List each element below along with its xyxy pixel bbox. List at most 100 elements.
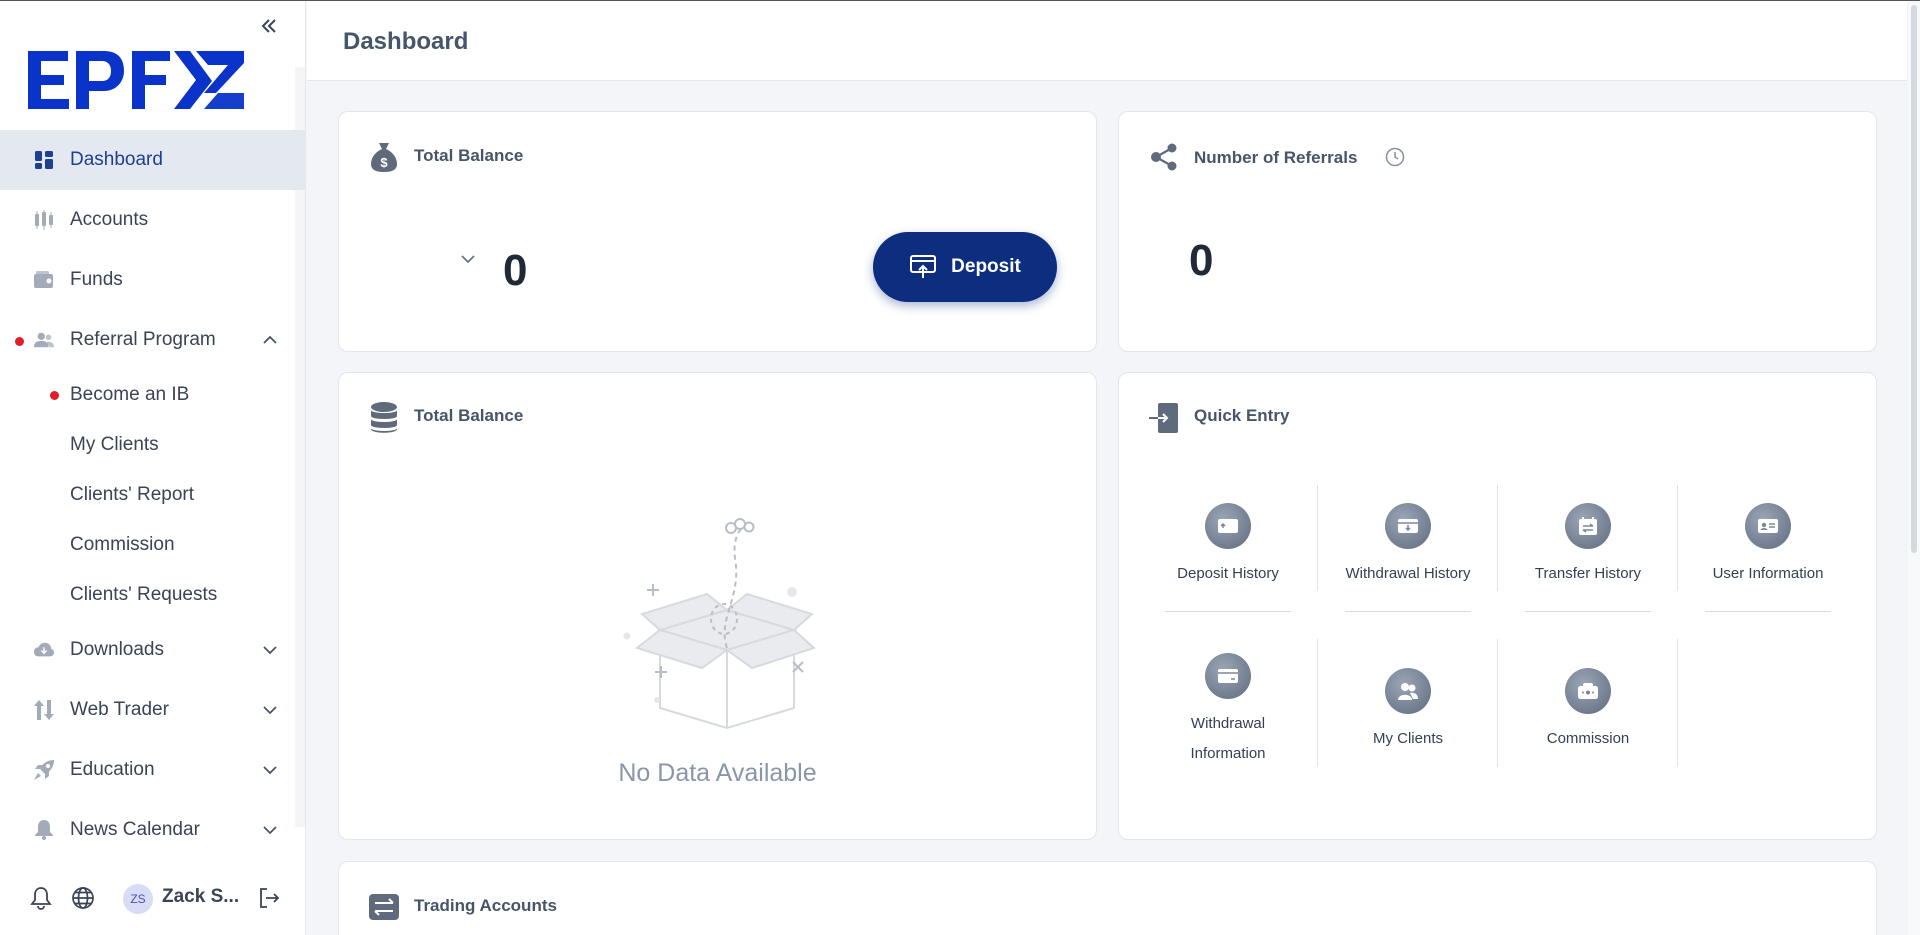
chevron-down-icon (263, 706, 277, 715)
quick-entry-user-information[interactable]: User Information (1678, 503, 1858, 589)
withdrawal-history-icon (1385, 503, 1431, 549)
row-divider (1165, 611, 1291, 612)
accounts-icon (34, 210, 54, 230)
user-info-icon (1745, 503, 1791, 549)
rocket-icon (34, 760, 54, 780)
users-icon (34, 330, 54, 350)
chevron-down-icon[interactable] (460, 251, 476, 267)
quick-entry-withdrawal-history[interactable]: Withdrawal History (1318, 503, 1498, 589)
sidebar-item-label: Web Trader (70, 699, 169, 720)
svg-text:$: $ (380, 155, 388, 170)
chevron-down-icon (263, 766, 277, 775)
money-bag-icon: $ (369, 142, 399, 172)
quick-entry-label: Withdrawal Information (1190, 715, 1266, 762)
dashboard-icon (34, 150, 54, 170)
referrals-count-value: 0 (1189, 236, 1214, 285)
sidebar-item-referral-program[interactable]: Referral Program (0, 310, 306, 370)
quick-entry-my-clients[interactable]: My Clients (1318, 668, 1498, 754)
sidebar-item-accounts[interactable]: Accounts (0, 190, 306, 250)
total-balance-chart-card: Total Balance No Data Available (338, 372, 1097, 840)
quick-entry-label: Deposit History (1177, 565, 1279, 582)
quick-entry-commission[interactable]: Commission (1498, 668, 1678, 754)
card-title: Trading Accounts (414, 896, 557, 915)
user-name[interactable]: Zack S... (162, 886, 239, 908)
row-divider (1705, 611, 1831, 612)
card-title: Number of Referrals (1194, 148, 1358, 167)
chevron-down-icon (263, 826, 277, 835)
sidebar-item-label: Accounts (70, 209, 149, 230)
my-clients-icon (1385, 668, 1431, 714)
main-scrollbar[interactable] (1908, 1, 1920, 935)
web-trader-icon (34, 700, 54, 720)
sidebar-item-funds[interactable]: Funds (0, 250, 306, 310)
quick-entry-label: My Clients (1372, 730, 1443, 747)
sidebar-subitem-my-clients[interactable]: My Clients (0, 420, 306, 470)
quick-entry-withdrawal-information[interactable]: Withdrawal Information (1138, 653, 1318, 769)
database-icon (369, 402, 399, 433)
sidebar-item-dashboard[interactable]: Dashboard (0, 130, 306, 190)
card-title: Quick Entry (1194, 406, 1290, 425)
sidebar-item-web-trader[interactable]: Web Trader (0, 680, 306, 740)
deposit-button[interactable]: Deposit (873, 232, 1057, 302)
sidebar-subitem-label: Commission (70, 534, 175, 555)
sidebar-footer: ZS Zack S... (0, 867, 306, 927)
sidebar-item-label: Referral Program (70, 329, 216, 350)
sidebar-item-label: Funds (70, 269, 123, 290)
chevron-up-icon (263, 335, 277, 344)
total-balance-card: $ Total Balance 0 Deposit (338, 111, 1097, 352)
deposit-icon (910, 255, 937, 278)
transfer-arrows-icon (369, 892, 399, 922)
quick-entry-label: User Information (1712, 565, 1824, 582)
sidebar-nav: Dashboard Accounts Funds Referral Progra… (0, 130, 306, 860)
commission-icon (1565, 668, 1611, 714)
sidebar: Dashboard Accounts Funds Referral Progra… (0, 1, 306, 935)
clock-icon[interactable] (1385, 147, 1405, 167)
avatar[interactable]: ZS (123, 884, 153, 914)
sidebar-subitem-commission[interactable]: Commission (0, 520, 306, 570)
chevron-down-icon (263, 646, 277, 655)
trading-accounts-card: Trading Accounts (338, 861, 1877, 935)
referrals-card: Number of Referrals 0 (1118, 111, 1877, 352)
sidebar-item-education[interactable]: Education (0, 740, 306, 800)
quick-entry-deposit-history[interactable]: Deposit History (1138, 503, 1318, 589)
deposit-label: Deposit (951, 256, 1021, 277)
share-icon (1149, 142, 1179, 172)
cloud-download-icon (34, 640, 54, 660)
sidebar-subitem-label: Clients' Requests (70, 584, 218, 605)
quick-entry-label: Commission (1546, 730, 1630, 747)
no-data-message: No Data Available (618, 759, 817, 787)
collapse-sidebar-icon[interactable] (256, 13, 282, 39)
quick-entry-card: Quick Entry Deposit History Withdrawal H… (1118, 372, 1877, 840)
sidebar-subitem-label: Become an IB (70, 384, 190, 405)
page-title: Dashboard (343, 28, 469, 55)
sidebar-item-label: Dashboard (70, 149, 163, 170)
withdrawal-info-icon (1205, 653, 1251, 699)
language-globe-icon[interactable] (70, 885, 96, 911)
page-header: Dashboard (307, 1, 1907, 81)
logout-icon[interactable] (256, 885, 282, 911)
sidebar-item-label: Downloads (70, 639, 164, 660)
deposit-history-icon (1205, 503, 1251, 549)
sidebar-subitem-label: My Clients (70, 434, 159, 455)
card-title: Total Balance (414, 406, 524, 425)
notifications-bell-icon[interactable] (28, 885, 54, 911)
sidebar-subitem-become-ib[interactable]: Become an IB (0, 370, 306, 420)
sidebar-item-downloads[interactable]: Downloads (0, 620, 306, 680)
notification-dot (15, 337, 24, 346)
sidebar-subitem-clients-requests[interactable]: Clients' Requests (0, 570, 306, 620)
quick-entry-label: Transfer History (1534, 565, 1642, 582)
row-divider (1345, 611, 1471, 612)
sidebar-item-news-calendar[interactable]: News Calendar (0, 800, 306, 860)
bell-icon (34, 820, 54, 840)
sidebar-subitem-clients-report[interactable]: Clients' Report (0, 470, 306, 520)
quick-entry-transfer-history[interactable]: Transfer History (1498, 503, 1678, 589)
quick-entry-icon (1149, 403, 1179, 433)
epfx-logo (28, 49, 244, 111)
sidebar-item-label: Education (70, 759, 155, 780)
row-divider (1525, 611, 1651, 612)
scrollbar-thumb[interactable] (1911, 5, 1917, 553)
total-balance-value: 0 (503, 246, 528, 295)
sidebar-subitem-label: Clients' Report (70, 484, 195, 505)
card-title: Total Balance (414, 146, 524, 165)
quick-entry-label: Withdrawal History (1345, 565, 1471, 582)
